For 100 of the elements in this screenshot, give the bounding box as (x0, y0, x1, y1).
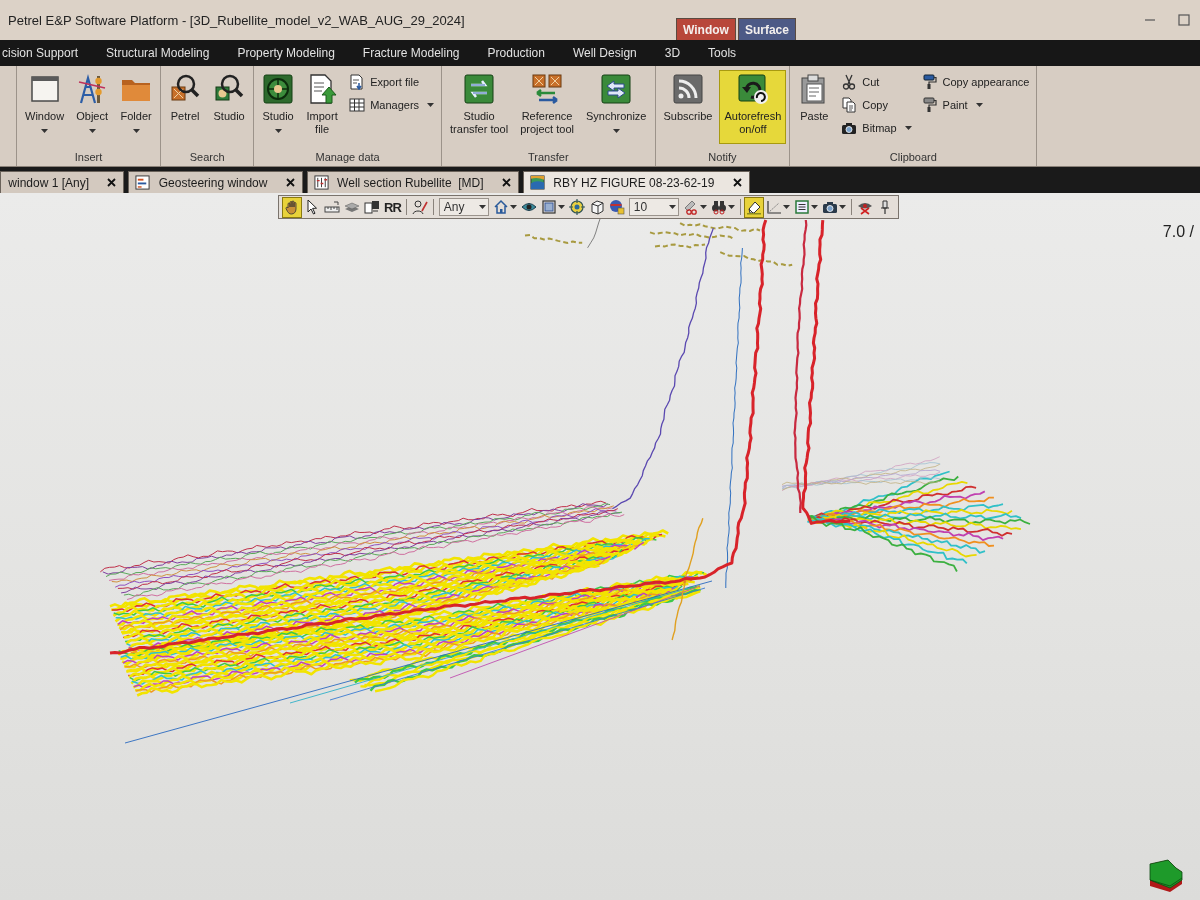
ribbon-button[interactable]: Petrel (164, 70, 207, 144)
caret-icon (557, 205, 565, 209)
ribbon-button[interactable]: Studio (208, 70, 251, 144)
toolbar-button[interactable] (282, 196, 302, 218)
close-icon[interactable] (501, 178, 511, 187)
toolbar-dropdown[interactable]: 10 (628, 198, 679, 216)
close-icon[interactable] (107, 178, 117, 187)
document-tab[interactable]: RBY HZ FIGURE 08-23-62-19 (522, 171, 750, 193)
ribbon-tab[interactable]: Production (476, 42, 556, 64)
ribbon-tab[interactable]: Fracture Modeling (351, 42, 471, 64)
hand-icon (284, 199, 300, 215)
document-panel-icon (793, 199, 810, 215)
camera-icon (841, 120, 858, 136)
contextual-tab-label: Window (676, 18, 736, 40)
readout-text: 7.0 / (1162, 223, 1194, 241)
ribbon-button[interactable]: Subscribe (658, 70, 718, 144)
ribbon-button[interactable]: Object (71, 70, 114, 144)
ribbon-button[interactable]: Copy appearance (917, 72, 1034, 92)
caret-icon (975, 103, 983, 107)
ribbon-button[interactable]: Cut (837, 72, 916, 92)
rss-icon (671, 73, 704, 105)
close-icon[interactable] (285, 178, 295, 187)
caret-icon (810, 205, 818, 209)
toolbar-dropdown[interactable]: Any (438, 198, 489, 216)
ribbon-button[interactable]: Autorefresh on/off (719, 70, 787, 144)
well-section-icon (313, 175, 329, 190)
ribbon-button[interactable]: Synchronize (580, 70, 652, 144)
group-label: Notify (707, 150, 738, 164)
binoculars-icon (710, 199, 727, 215)
ribbon-tab[interactable]: 3D (653, 42, 692, 64)
toolbar-button[interactable] (743, 196, 764, 218)
paint-roller-icon (921, 97, 938, 113)
caret-icon (668, 205, 676, 209)
group-label: Manage data (314, 150, 381, 164)
axes-icon (765, 199, 782, 215)
caret-icon (904, 126, 912, 130)
ribbon-button[interactable]: Studio (257, 70, 300, 144)
sphere-tile-icon (262, 73, 295, 105)
caret-icon (699, 205, 707, 209)
maximize-icon[interactable] (1178, 14, 1190, 26)
contextual-tab-label: Surface (737, 18, 796, 40)
caret-icon (478, 205, 486, 209)
close-icon[interactable] (732, 178, 742, 187)
ribbon-tab[interactable]: cision Support (0, 42, 90, 64)
target-icon (568, 199, 585, 215)
table-icon (349, 97, 366, 113)
ribbon-tab[interactable]: Structural Modeling (95, 42, 221, 64)
caret-icon (427, 103, 435, 107)
ribbon-tab[interactable]: Tools (697, 42, 748, 64)
document-export-icon (349, 74, 366, 90)
swap-arrows-icon (531, 73, 564, 105)
ribbon-button[interactable]: Paste (793, 70, 836, 144)
document-tab[interactable]: Well section Rubellite [MD] (306, 171, 519, 193)
caret-icon (41, 129, 49, 133)
caret-icon (274, 129, 282, 133)
caret-icon (88, 129, 96, 133)
eraser-icon (745, 199, 762, 215)
pen-figure-icon (411, 199, 428, 215)
ribbon-button[interactable]: Reference project tool (515, 70, 579, 144)
layers-icon (344, 199, 360, 215)
globe-lock-icon (608, 199, 625, 215)
ribbon-button[interactable]: Export file (345, 72, 439, 92)
ribbon-button[interactable]: Import file (301, 70, 344, 144)
ribbon-button[interactable]: Studio transfer tool (445, 70, 514, 144)
caret-icon (838, 205, 846, 209)
ribbon-button[interactable]: Folder (115, 70, 158, 144)
group-label: Insert (73, 150, 104, 164)
caret-icon (132, 129, 140, 133)
group-label: Search (188, 150, 226, 164)
camera-icon (821, 199, 838, 215)
pointer-icon (304, 199, 320, 215)
split-view-icon (364, 199, 380, 215)
caret-icon (612, 129, 620, 133)
caret-icon (782, 205, 790, 209)
ruler-icon (324, 199, 340, 215)
orientation-cube-icon (1146, 858, 1186, 894)
document-tab[interactable]: window 1 [Any] (0, 171, 125, 193)
caret-icon (509, 205, 517, 209)
ribbon-tab[interactable]: Well Design (561, 42, 648, 64)
ribbon-button[interactable]: Paint (917, 95, 1034, 115)
toolbar-button[interactable]: RR (382, 196, 403, 218)
chart-window-icon (135, 175, 151, 190)
window-title: Petrel E&P Software Platform - [3D_Rubellite_model_v2_WAB_AUG_29_2024] (8, 12, 465, 28)
window-frame-icon (28, 73, 61, 105)
document-tab[interactable]: Geosteering window (128, 171, 303, 193)
cube-icon (588, 199, 605, 215)
chain-tool-icon (682, 199, 699, 215)
ribbon-tab[interactable]: Property Modeling (226, 42, 346, 64)
toolbar-button[interactable] (566, 196, 587, 218)
copy-icon (841, 97, 858, 113)
map-tile-icon (529, 175, 545, 190)
ribbon-button[interactable]: Window (20, 70, 70, 144)
caret-icon (727, 205, 735, 209)
ribbon-button[interactable]: Bitmap (837, 118, 916, 138)
paint-roller-icon (921, 74, 938, 90)
ribbon-button[interactable]: Managers (345, 95, 439, 115)
ribbon-button[interactable]: Copy (837, 95, 916, 115)
group-label: Clipboard (888, 150, 938, 164)
box-icon (540, 199, 557, 215)
swap-arrows-icon (600, 73, 633, 105)
